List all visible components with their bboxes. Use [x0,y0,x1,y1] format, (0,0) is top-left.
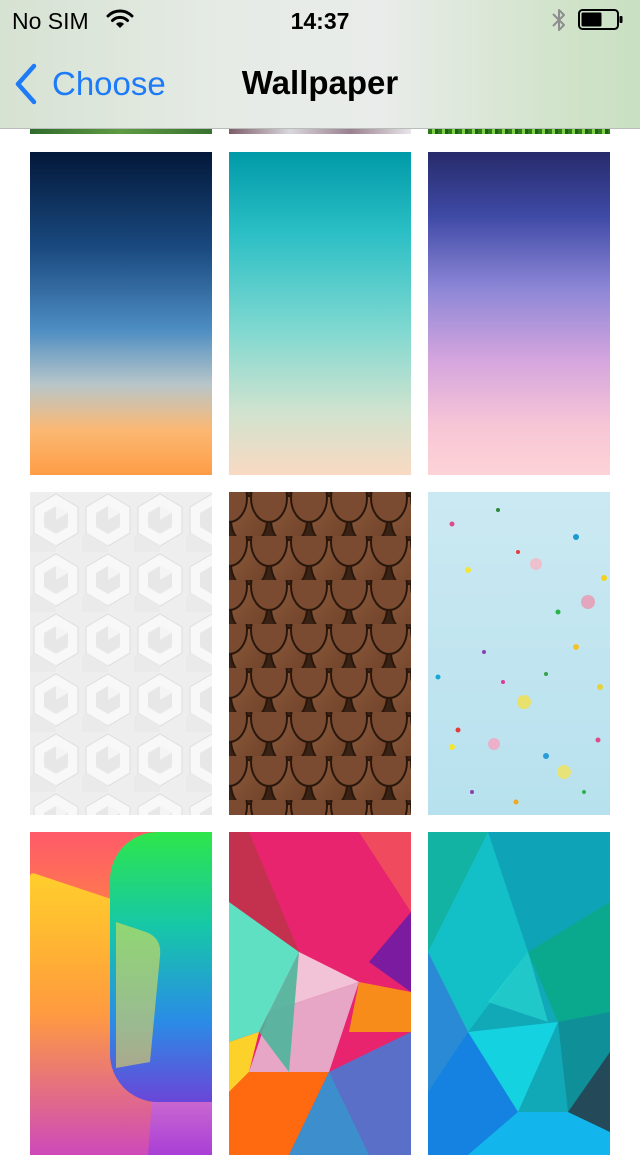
status-time: 14:37 [290,8,350,34]
back-button-label: Choose [52,65,166,102]
wallpaper-thumbnail[interactable] [229,832,411,1155]
top-bar: No SIM 14:37 Choose Wallpaper [0,0,640,129]
wallpaper-thumbnail[interactable] [229,152,411,475]
status-bar: No SIM 14:37 [0,0,640,40]
carrier-label: No SIM [12,8,89,34]
wallpaper-thumbnail[interactable] [428,152,610,475]
wallpaper-thumbnail[interactable] [30,492,212,815]
navigation-bar: Choose Wallpaper [0,40,640,128]
battery-icon [578,9,623,30]
wallpaper-thumbnail[interactable] [30,152,212,475]
back-button[interactable]: Choose [12,62,166,106]
wallpaper-thumbnail[interactable] [30,832,212,1155]
wifi-icon [106,9,134,28]
wallpaper-thumbnail[interactable] [428,492,610,815]
wallpaper-thumbnail[interactable] [229,492,411,815]
chevron-left-icon [15,63,37,105]
bluetooth-icon [552,9,565,31]
wallpaper-thumbnail[interactable] [428,832,610,1155]
